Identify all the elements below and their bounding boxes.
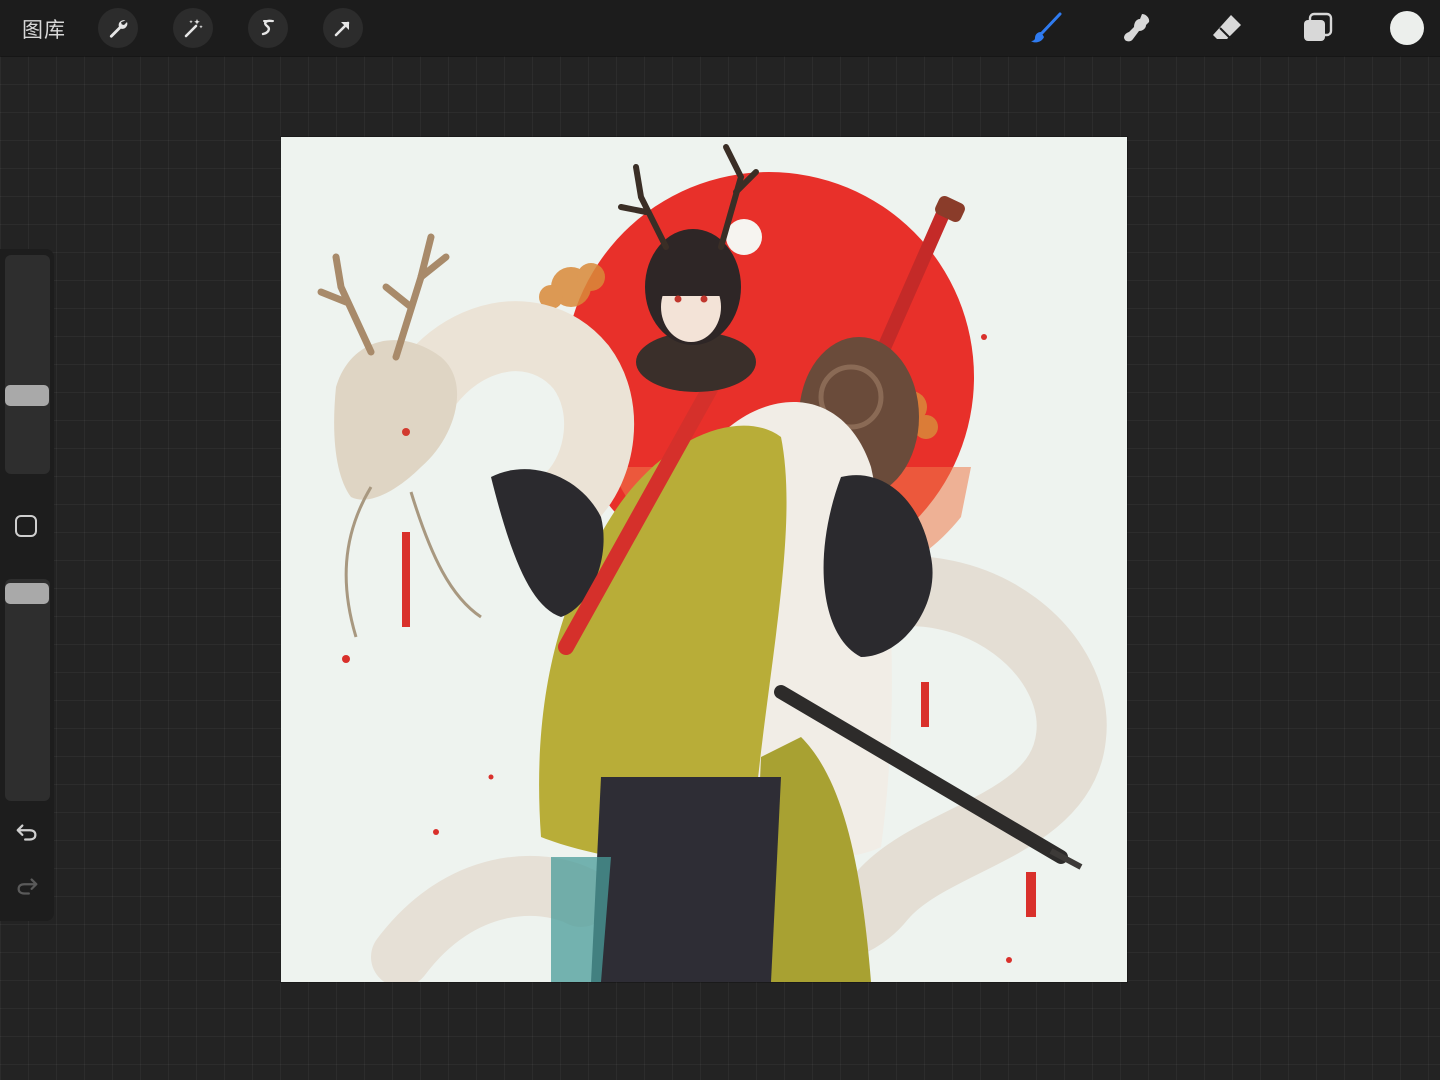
- artwork-illustration: [317, 144, 1107, 982]
- color-picker-button[interactable]: [1390, 11, 1424, 45]
- transform-arrow-icon: [334, 21, 350, 37]
- layers-tool[interactable]: [1300, 10, 1336, 46]
- undo-icon: [16, 824, 37, 841]
- redo-icon: [17, 878, 38, 895]
- drawing-canvas[interactable]: [281, 137, 1127, 982]
- side-toolbar: [0, 249, 54, 921]
- actions-button[interactable]: [98, 8, 138, 48]
- modify-square-icon[interactable]: [15, 515, 37, 537]
- transform-button[interactable]: [323, 8, 363, 48]
- eraser-icon: [1213, 15, 1241, 39]
- adjustments-button[interactable]: [173, 8, 213, 48]
- opacity-slider[interactable]: [5, 579, 50, 801]
- selection-button[interactable]: [248, 8, 288, 48]
- opacity-thumb[interactable]: [5, 583, 49, 604]
- brush-size-thumb[interactable]: [5, 385, 49, 406]
- top-toolbar: 图库: [0, 0, 1440, 56]
- brush-tool[interactable]: [1028, 10, 1064, 46]
- magic-wand-icon: [184, 19, 203, 38]
- wrench-icon: [109, 20, 128, 38]
- smudge-tool[interactable]: [1119, 10, 1155, 46]
- smudge-icon: [1124, 14, 1150, 42]
- brush-size-slider[interactable]: [5, 255, 50, 474]
- gallery-button[interactable]: 图库: [22, 14, 66, 44]
- layers-icon: [1304, 12, 1333, 41]
- eraser-tool[interactable]: [1209, 10, 1245, 46]
- brush-icon: [1031, 12, 1062, 43]
- undo-button[interactable]: [13, 819, 41, 847]
- selection-icon: [261, 19, 274, 36]
- redo-button[interactable]: [13, 873, 41, 901]
